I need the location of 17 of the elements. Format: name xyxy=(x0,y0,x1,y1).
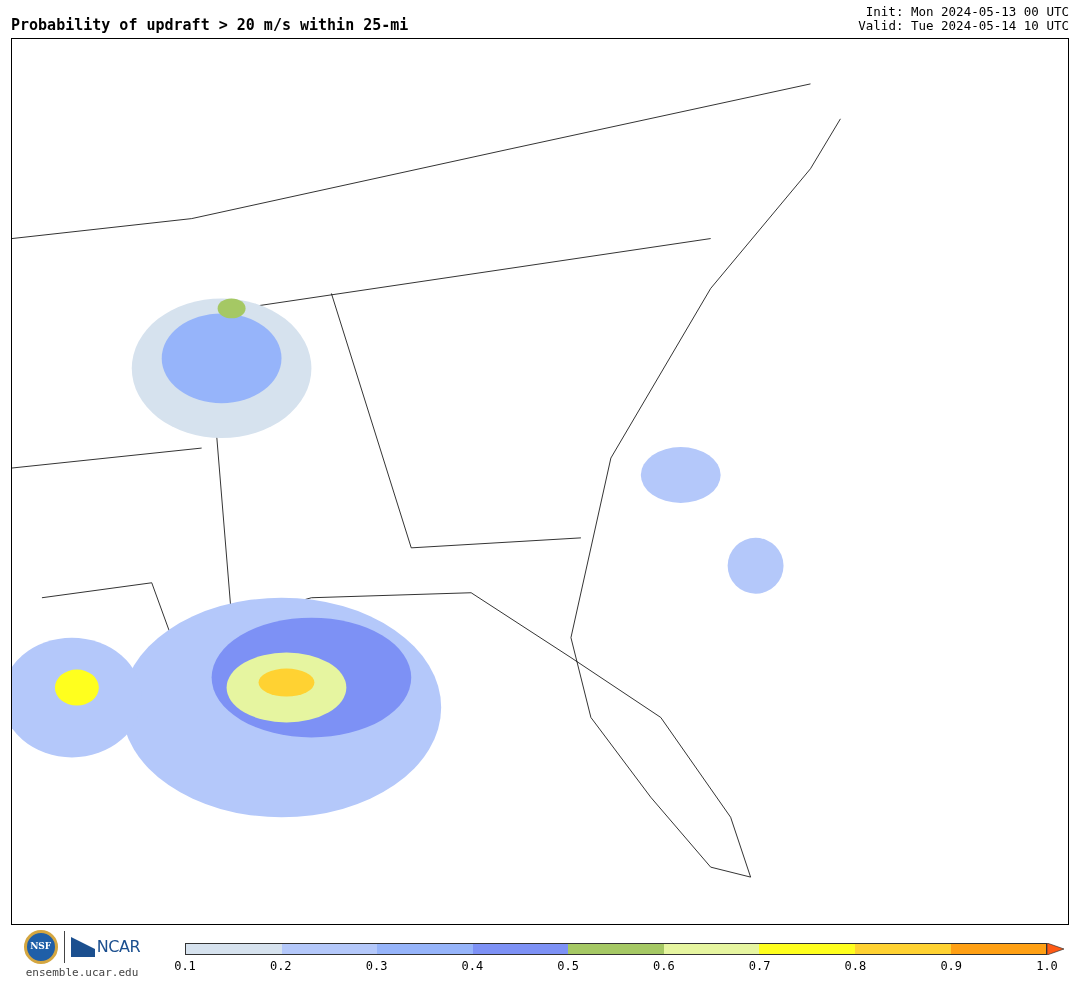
seal-logo: NSF xyxy=(23,930,58,964)
run-time-label: Valid: Tue 2024-05-14 10 UTC xyxy=(858,19,1069,33)
tick-label: 0.1 xyxy=(174,958,196,975)
tick-label: 0.5 xyxy=(557,958,579,975)
run-time-label: Init: Mon 2024-05-13 00 UTC xyxy=(865,5,1069,19)
tick-label: 0.8 xyxy=(844,958,867,975)
wedge-logo-icon xyxy=(70,937,95,957)
tick-label: 0.6 xyxy=(653,958,675,975)
site-url: ensemble.ucar.edu xyxy=(25,965,139,981)
chart-title: Probability of updraft > 20 m/s within 25-mi xyxy=(11,18,409,33)
tick-label: 0.9 xyxy=(940,958,963,975)
tick-label: 0.7 xyxy=(748,958,771,975)
logo-wordmark: NCAR xyxy=(96,936,141,958)
tick-label: 0.4 xyxy=(461,958,484,975)
tick-label: 0.3 xyxy=(365,958,388,975)
tick-label: 1.0 xyxy=(1036,958,1058,975)
tick-label: 0.2 xyxy=(269,958,292,975)
